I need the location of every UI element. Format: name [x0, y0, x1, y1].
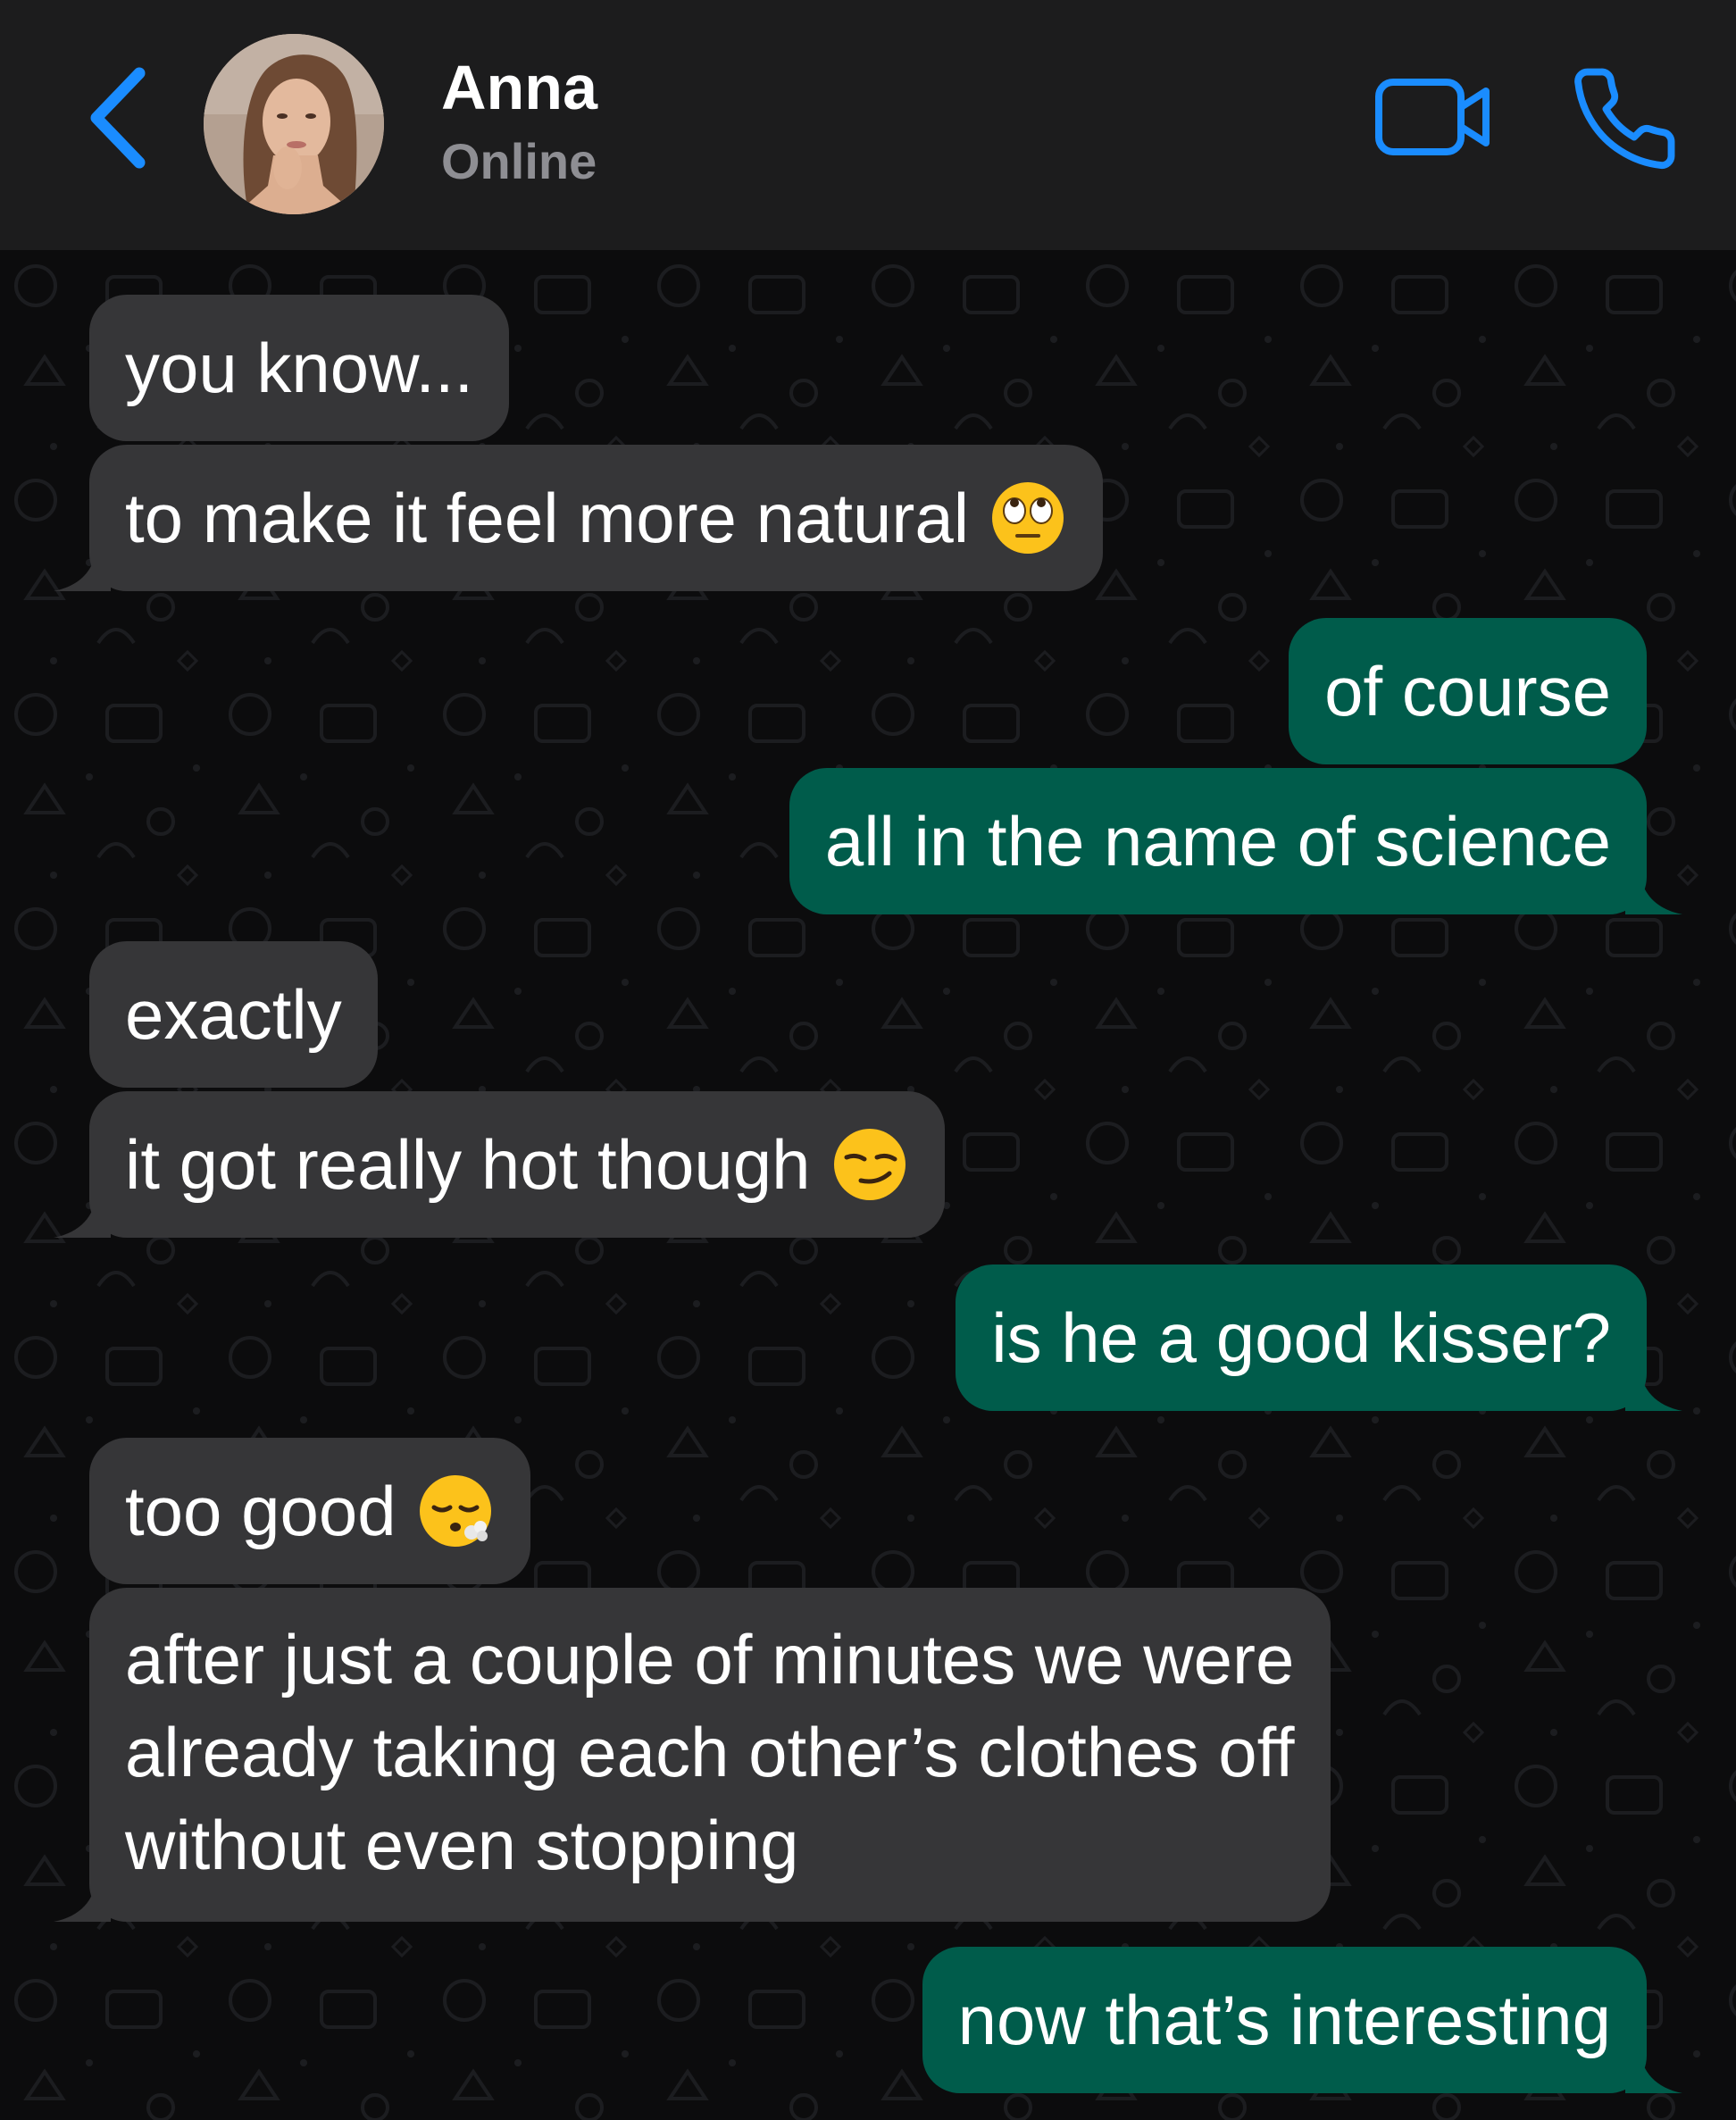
video-camera-icon — [1375, 79, 1490, 155]
message-bubble-incoming[interactable]: it got really hot though — [54, 1091, 945, 1238]
message-bubble-incoming[interactable]: to make it feel more natural — [54, 445, 1104, 591]
chat-header: Anna Online — [0, 0, 1736, 250]
message-text: is he a good kisser? — [991, 1298, 1611, 1377]
message-text-line: without even stopping — [125, 1806, 799, 1884]
message-text: now that’s interesting — [957, 1981, 1611, 2059]
message-text: too good — [125, 1472, 396, 1550]
message-text: of course — [1324, 652, 1611, 730]
phone-icon — [1574, 68, 1675, 170]
message-bubble-outgoing[interactable]: all in the name of science — [789, 768, 1682, 914]
avatar-photo — [204, 34, 384, 214]
message-bubble-outgoing[interactable]: now that’s interesting — [922, 1947, 1682, 2093]
message-bubble-outgoing[interactable]: of course — [1289, 618, 1647, 764]
back-button[interactable] — [71, 55, 170, 180]
bubble-tail — [1625, 870, 1682, 914]
bubble-tail — [54, 547, 111, 591]
message-text: all in the name of science — [824, 802, 1611, 881]
message-bubble-outgoing[interactable]: is he a good kisser? — [956, 1264, 1682, 1411]
bubble-tail — [54, 1193, 111, 1238]
face-with-rolling-eyes-icon — [992, 482, 1064, 555]
message-text: exactly — [125, 975, 342, 1054]
contact-name[interactable]: Anna — [441, 52, 597, 123]
message-text-line: after just a couple of minutes we were — [125, 1620, 1295, 1699]
message-text: it got really hot though — [125, 1125, 811, 1204]
smirking-face-icon — [833, 1129, 906, 1201]
bubble-tail — [54, 1877, 111, 1922]
contact-status: Online — [441, 133, 597, 189]
face-exhaling-icon — [419, 1475, 491, 1548]
video-call-button[interactable] — [1372, 68, 1497, 166]
bubble-tail — [1625, 1366, 1682, 1411]
message-list[interactable]: you know... to make it feel more natural… — [0, 250, 1736, 2120]
avatar[interactable] — [204, 34, 384, 214]
message-bubble-incoming[interactable]: after just a couple of minutes we were a… — [54, 1588, 1331, 1922]
message-text: you know... — [125, 329, 474, 407]
message-bubble-incoming[interactable]: too good — [89, 1438, 530, 1584]
chevron-left-icon — [90, 67, 146, 169]
message-bubble-incoming[interactable]: you know... — [89, 295, 510, 441]
bubble-tail — [1625, 2049, 1682, 2093]
message-text-line: already taking each other’s clothes off — [125, 1713, 1295, 1791]
voice-call-button[interactable] — [1568, 63, 1681, 175]
message-text: to make it feel more natural — [125, 479, 970, 557]
message-bubble-incoming[interactable]: exactly — [89, 941, 378, 1088]
